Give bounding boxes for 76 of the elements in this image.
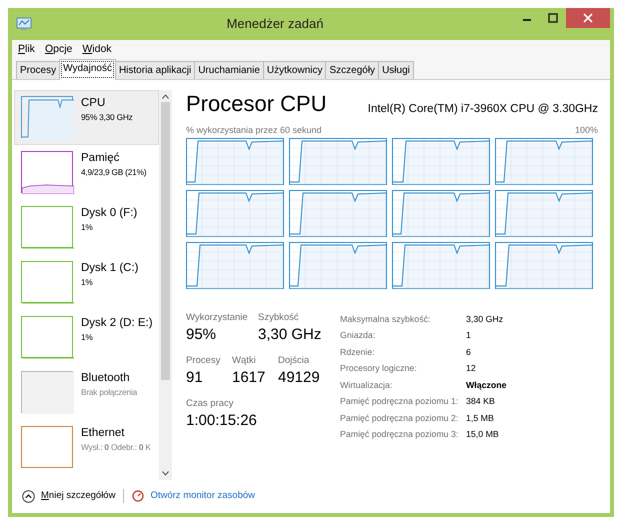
detail-label: Pamięć podręczna poziomu 3: (340, 428, 460, 441)
detail-label: Maksymalna szybkość: (340, 312, 432, 326)
detail-label: Gniazda: (340, 329, 376, 342)
stat-label: Dojścia (278, 354, 310, 366)
item-detail: Brak połączenia (81, 386, 138, 398)
menu-item[interactable]: Opcje (44, 42, 72, 58)
detail-value: 1,5 MB (466, 412, 494, 424)
stat-value: 1617 (232, 368, 266, 388)
sidebar-item[interactable]: CPU 95% 3,30 GHz (14, 90, 159, 145)
sidebar-item[interactable]: Dysk 1 (C:) 1% (14, 255, 159, 310)
sidebar-item[interactable]: Pamięć 4,9/23,9 GB (21%) (14, 145, 159, 200)
window-title: Menedżer zadań (226, 15, 324, 33)
item-detail: 95% 3,30 GHz (81, 111, 133, 124)
processor-model: Intel(R) Core(TM) i7-3960X CPU @ 3.30GHz (368, 102, 598, 117)
scrollbar[interactable] (159, 90, 172, 480)
stat-value: 91 (186, 368, 204, 388)
stat-value: 1:00:15:26 (186, 410, 257, 430)
detail-label: Wirtualizacja: (340, 378, 394, 392)
item-detail: 1% (81, 221, 94, 234)
tab[interactable]: Historia aplikacji (114, 61, 196, 79)
detail-value: Włączone (466, 378, 507, 392)
stat-label: Wątki (232, 354, 257, 366)
detail-label: Rdzenie: (340, 346, 376, 358)
detail-value: 3,30 GHz (466, 312, 504, 326)
stat-value: 49129 (278, 368, 321, 388)
stat-value: 95% (186, 324, 218, 344)
sidebar-item[interactable]: Dysk 0 (F:) 1% (14, 200, 159, 255)
app-icon (16, 17, 32, 31)
detail-value: 15,0 MB (466, 428, 499, 441)
menu-item[interactable]: Widok (82, 42, 112, 58)
stat-label: Procesy (186, 354, 222, 366)
tab[interactable]: Procesy (16, 61, 60, 79)
menu-item[interactable]: Plik (18, 42, 35, 58)
scroll-thumb[interactable] (161, 102, 170, 380)
item-name: Dysk 2 (D: E:) (81, 316, 153, 331)
item-detail: 1% (81, 276, 94, 288)
detail-label: Pamięć podręczna poziomu 1: (340, 395, 460, 408)
tab[interactable]: Użytkownicy (262, 61, 326, 79)
item-name: Pamięć (81, 151, 120, 166)
item-detail: Wysł.: 0 Odebr.: 0 K (81, 441, 151, 454)
close-icon (583, 13, 593, 23)
detail-label: Procesory logiczne: (340, 362, 418, 375)
scroll-up-icon[interactable] (162, 94, 169, 99)
tab[interactable]: Wydajność (59, 59, 116, 80)
detail-label: Pamięć podręczna poziomu 2: (340, 412, 460, 425)
item-name: CPU (81, 96, 106, 111)
page-title: Procesor CPU (186, 90, 327, 118)
detail-value: 12 (466, 362, 476, 375)
tab[interactable]: Szczegóły (325, 61, 380, 79)
stat-value: 3,30 GHz (258, 324, 322, 344)
item-name: Ethernet (81, 426, 126, 441)
tab[interactable]: Uruchamianie (194, 61, 264, 79)
sidebar-item[interactable]: Ethernet Wysł.: 0 Odebr.: 0 K (14, 420, 159, 475)
maximize-icon (548, 13, 558, 23)
monitor-gauge-icon (132, 490, 144, 502)
item-name: Bluetooth (81, 371, 131, 386)
collapse-icon (22, 490, 35, 502)
item-name: Dysk 0 (F:) (81, 206, 138, 221)
sidebar-item[interactable]: Bluetooth Brak połączenia (14, 365, 159, 420)
stat-label: Czas pracy (186, 396, 235, 410)
graph-caption: % wykorzystania przez 60 sekund (186, 124, 322, 137)
tab[interactable]: Usługi (378, 61, 414, 79)
less-details-button[interactable]: Mniej szczegółów (22, 488, 116, 504)
stat-label: Wykorzystanie (186, 310, 249, 324)
detail-value: 384 KB (466, 395, 495, 408)
scroll-down-icon[interactable] (162, 471, 169, 476)
item-detail: 4,9/23,9 GB (21%) (81, 166, 146, 178)
detail-value: 6 (466, 346, 471, 358)
stat-label: Szybkość (258, 310, 300, 324)
detail-value: 1 (466, 329, 471, 342)
sidebar-item[interactable]: Dysk 2 (D: E:) 1% (14, 310, 159, 365)
resource-monitor-link[interactable]: Otwórz monitor zasobów (150, 488, 256, 504)
graph-max-label: 100% (574, 124, 598, 137)
item-name: Dysk 1 (C:) (81, 261, 138, 276)
close-button[interactable] (566, 8, 610, 28)
item-detail: 1% (81, 331, 94, 344)
